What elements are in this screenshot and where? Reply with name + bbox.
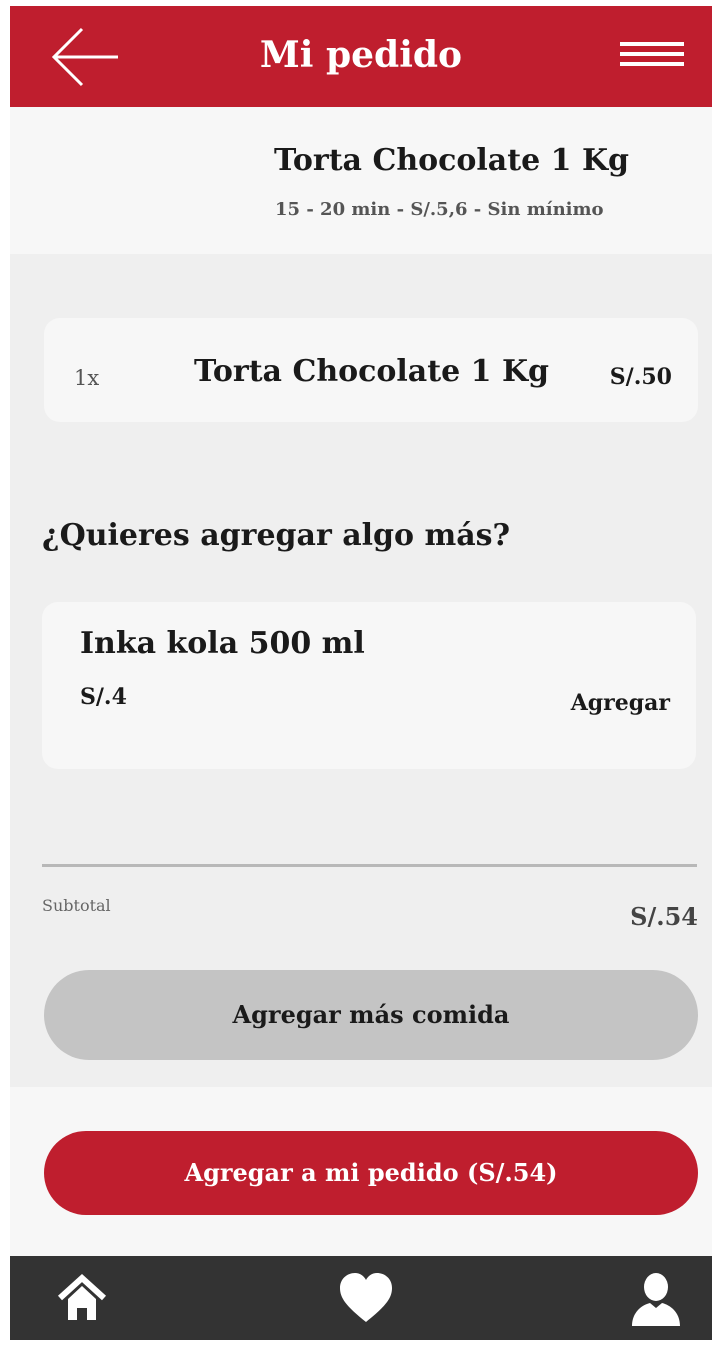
page-title: Mi pedido xyxy=(259,34,463,76)
suggestions-title: ¿Quieres agregar algo más? xyxy=(42,518,511,553)
order-item-name: Torta Chocolate 1 Kg xyxy=(194,354,550,389)
subtotal-value: S/.54 xyxy=(630,902,698,931)
add-more-food-button[interactable]: Agregar más comida xyxy=(44,970,698,1060)
store-info: Torta Chocolate 1 Kg 15 - 20 min - S/.5,… xyxy=(10,107,712,254)
bottom-nav xyxy=(10,1256,712,1340)
home-icon xyxy=(57,1273,107,1320)
nav-profile-button[interactable] xyxy=(628,1270,688,1330)
nav-favorites-button[interactable] xyxy=(336,1270,396,1330)
menu-button[interactable] xyxy=(620,42,684,72)
order-item-card[interactable]: 1x Torta Chocolate 1 Kg S/.50 xyxy=(44,318,698,422)
store-name: Torta Chocolate 1 Kg xyxy=(274,143,630,178)
nav-home-button[interactable] xyxy=(54,1270,114,1330)
store-meta: 15 - 20 min - S/.5,6 - Sin mínimo xyxy=(275,199,604,220)
heart-icon xyxy=(340,1273,392,1322)
suggestion-price: S/.4 xyxy=(80,684,127,710)
suggestion-add-button[interactable]: Agregar xyxy=(571,690,670,716)
add-to-order-button[interactable]: Agregar a mi pedido (S/.54) xyxy=(44,1131,698,1215)
action-area: Agregar a mi pedido (S/.54) xyxy=(10,1087,712,1256)
suggestion-card: Inka kola 500 ml S/.4 Agregar xyxy=(42,602,696,769)
order-item-quantity: 1x xyxy=(74,366,100,390)
app-screen: Mi pedido Torta Chocolate 1 Kg 15 - 20 m… xyxy=(10,6,712,1340)
suggestion-name: Inka kola 500 ml xyxy=(80,626,365,661)
order-item-price: S/.50 xyxy=(609,364,672,390)
user-icon xyxy=(632,1273,680,1326)
app-header: Mi pedido xyxy=(10,6,712,107)
subtotal-label: Subtotal xyxy=(42,896,111,915)
subtotal-divider xyxy=(42,864,697,867)
